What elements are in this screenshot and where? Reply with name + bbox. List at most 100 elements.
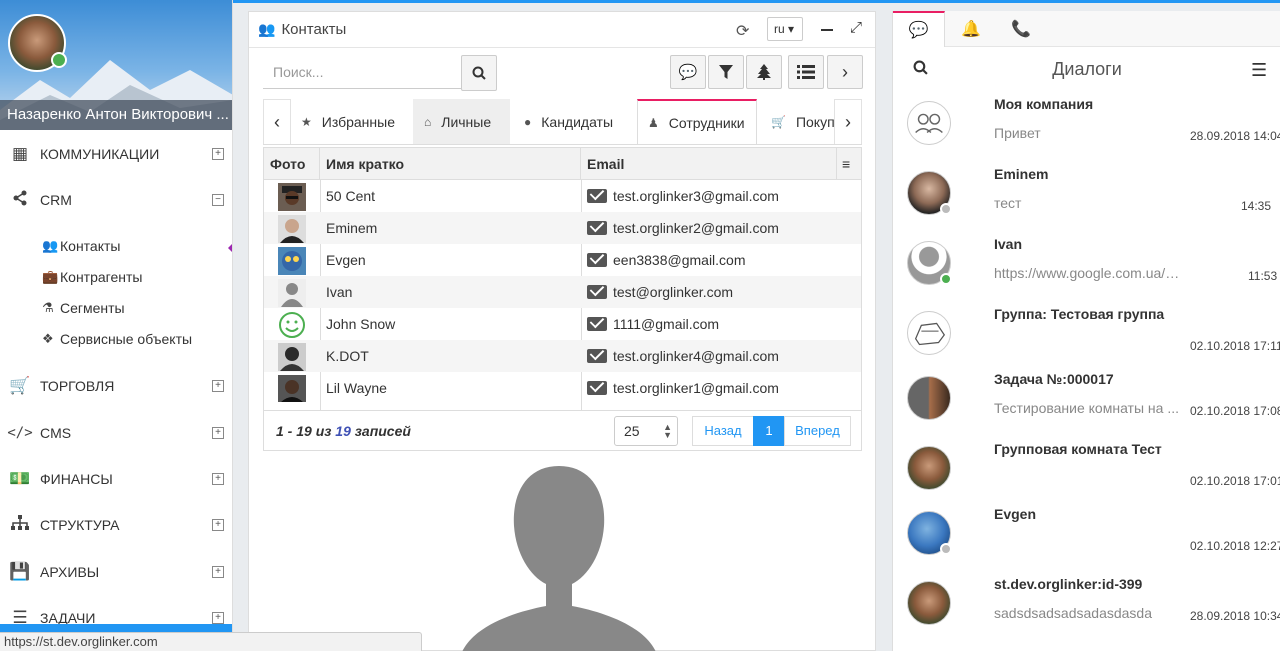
dialog-item[interactable]: Группа: Тестовая группа 02.10.2018 17:11 — [893, 305, 1280, 375]
chevron-right-icon: › — [845, 111, 851, 132]
dialog-time: 02.10.2018 17:01 — [1190, 474, 1280, 488]
contact-avatar — [907, 171, 952, 215]
search-input[interactable] — [263, 55, 461, 89]
next-button[interactable]: › — [827, 55, 863, 89]
tab-chats[interactable]: 💬 — [893, 11, 945, 47]
menu-item-label: CMS — [40, 425, 72, 441]
column-header-email[interactable]: Email — [581, 148, 837, 180]
dialog-last-message: https://www.google.com.ua/url?sa=i&r... — [994, 265, 1182, 281]
dialog-name: Моя компания — [994, 96, 1094, 112]
offline-status-dot — [940, 203, 952, 215]
menu-item-finance[interactable]: 💵 ФИНАНСЫ + — [0, 459, 232, 499]
submenu-item-counterparties[interactable]: 💼 Контрагенты — [42, 266, 142, 288]
records-of: из — [315, 423, 332, 439]
column-menu-button[interactable]: ≡ — [837, 148, 861, 180]
menu-item-communications[interactable]: ▦ КОММУНИКАЦИИ + — [0, 134, 232, 174]
column-header-photo[interactable]: Фото — [264, 148, 320, 180]
language-select[interactable]: ru ▾ — [767, 17, 803, 41]
filter-icon — [719, 65, 733, 79]
collapse-icon[interactable]: − — [212, 194, 224, 206]
submenu-item-contacts[interactable]: 👥 Контакты — [42, 235, 120, 257]
submenu-item-segments[interactable]: ⚗ Сегменты — [42, 297, 125, 319]
comments-icon: 💬 — [678, 64, 698, 81]
expand-icon[interactable]: + — [212, 380, 224, 392]
expand-window-icon[interactable]: ⤢ — [850, 19, 862, 36]
expand-icon[interactable]: + — [212, 473, 224, 485]
expand-icon[interactable]: + — [212, 566, 224, 578]
expand-icon[interactable]: + — [212, 427, 224, 439]
menu-item-archives[interactable]: 💾 АРХИВЫ + — [0, 552, 232, 592]
share-icon — [0, 190, 40, 211]
tab-personal[interactable]: ⌂ Личные — [413, 99, 510, 144]
tree-button[interactable] — [746, 55, 782, 89]
tab-calls[interactable]: 📞 — [995, 11, 1047, 47]
menu-item-trade[interactable]: 🛒 ТОРГОВЛЯ + — [0, 366, 232, 406]
building-icon: ▦ — [11, 144, 29, 163]
submenu-item-service-objects[interactable]: ❖ Сервисные объекты — [42, 328, 192, 350]
email-text: 1111@gmail.com — [613, 316, 720, 332]
table-row[interactable]: 50 Cent test.orglinker3@gmail.com — [264, 180, 861, 212]
language-value: ru — [774, 22, 785, 36]
envelope-icon — [587, 253, 607, 267]
table-row[interactable]: Evgen een3838@gmail.com — [264, 244, 861, 276]
contact-avatar — [907, 581, 951, 625]
menu-item-label: CRM — [40, 192, 72, 208]
list-view-button[interactable] — [788, 55, 824, 89]
user-avatar[interactable] — [8, 14, 67, 72]
page-size-select[interactable]: 25 ▲ ▼ — [614, 416, 678, 446]
refresh-icon[interactable]: ⟳ — [736, 21, 749, 41]
list-icon[interactable]: ☰ — [1251, 60, 1267, 81]
list-icon — [797, 65, 815, 79]
room-avatar — [907, 446, 951, 490]
envelope-icon — [587, 349, 607, 363]
minimize-icon[interactable] — [821, 29, 833, 31]
dialog-item[interactable]: Eminem тест 14:35 — [893, 165, 1280, 235]
envelope-icon — [587, 381, 607, 395]
tabs-scroll-right[interactable]: › — [834, 99, 862, 144]
tab-notifications[interactable]: 🔔 — [945, 11, 997, 47]
dialog-item[interactable]: Evgen 02.10.2018 12:27 — [893, 505, 1280, 575]
records-suffix: записей — [354, 423, 411, 439]
tab-employees[interactable]: ♟ Сотрудники — [637, 99, 757, 144]
search-button[interactable] — [461, 55, 497, 91]
tabs-scroll-left[interactable]: ‹ — [263, 99, 291, 144]
menu-item-structure[interactable]: СТРУКТУРА + — [0, 505, 232, 545]
tab-buyers[interactable]: 🛒 Покупа — [771, 99, 842, 144]
chat-button[interactable]: 💬 — [670, 55, 706, 89]
dialog-item[interactable]: st.dev.orglinker:id-399 sadsdsadsadsadas… — [893, 575, 1280, 645]
menu-item-crm[interactable]: CRM − — [0, 180, 232, 220]
tab-favorites[interactable]: ★ Избранные — [301, 99, 395, 144]
menu-item-cms[interactable]: </> CMS + — [0, 413, 232, 453]
dialog-item[interactable]: Ivan https://www.google.com.ua/url?sa=i&… — [893, 235, 1280, 305]
expand-icon[interactable]: + — [212, 519, 224, 531]
contact-placeholder-avatar — [462, 466, 656, 651]
table-row[interactable]: Lil Wayne test.orglinker1@gmail.com — [264, 372, 861, 402]
save-icon: 💾 — [9, 562, 31, 581]
expand-icon[interactable]: + — [212, 612, 224, 624]
spinner-icon: ▲ ▼ — [663, 422, 672, 440]
table-row[interactable]: John Snow 1111@gmail.com — [264, 308, 861, 340]
tab-candidates[interactable]: ● Кандидаты — [524, 99, 613, 144]
table-row[interactable]: Ivan test@orglinker.com — [264, 276, 861, 308]
dialog-item[interactable]: Моя компания Привет 28.09.2018 14:04 — [893, 95, 1280, 165]
sidebar: Назаренко Антон Викторович ... ▦ КОММУНИ… — [0, 0, 233, 651]
table-row[interactable]: Eminem test.orglinker2@gmail.com — [264, 212, 861, 244]
contact-photo — [278, 343, 306, 371]
next-page-button[interactable]: Вперед — [784, 416, 851, 446]
user-name[interactable]: Назаренко Антон Викторович ... — [0, 100, 232, 130]
contact-email: test.orglinker1@gmail.com — [587, 372, 779, 402]
prev-page-button[interactable]: Назад — [692, 416, 754, 446]
dialog-name: Eminem — [994, 166, 1049, 182]
filter-button[interactable] — [708, 55, 744, 89]
contact-name: John Snow — [326, 316, 396, 332]
dialog-item[interactable]: Задача №:000017 Тестирование комнаты на … — [893, 370, 1280, 440]
submenu-label: Контакты — [60, 238, 121, 254]
table-row[interactable]: K.DOT test.orglinker4@gmail.com — [264, 340, 861, 372]
records-range: 1 - 19 — [276, 423, 312, 439]
dialog-item[interactable]: Групповая комната Тест 02.10.2018 17:01 — [893, 440, 1280, 510]
employee-icon: ♟ — [648, 116, 659, 130]
group-avatar — [907, 311, 951, 355]
expand-icon[interactable]: + — [212, 148, 224, 160]
current-page-button[interactable]: 1 — [753, 416, 785, 446]
column-header-name[interactable]: Имя кратко — [320, 148, 581, 180]
